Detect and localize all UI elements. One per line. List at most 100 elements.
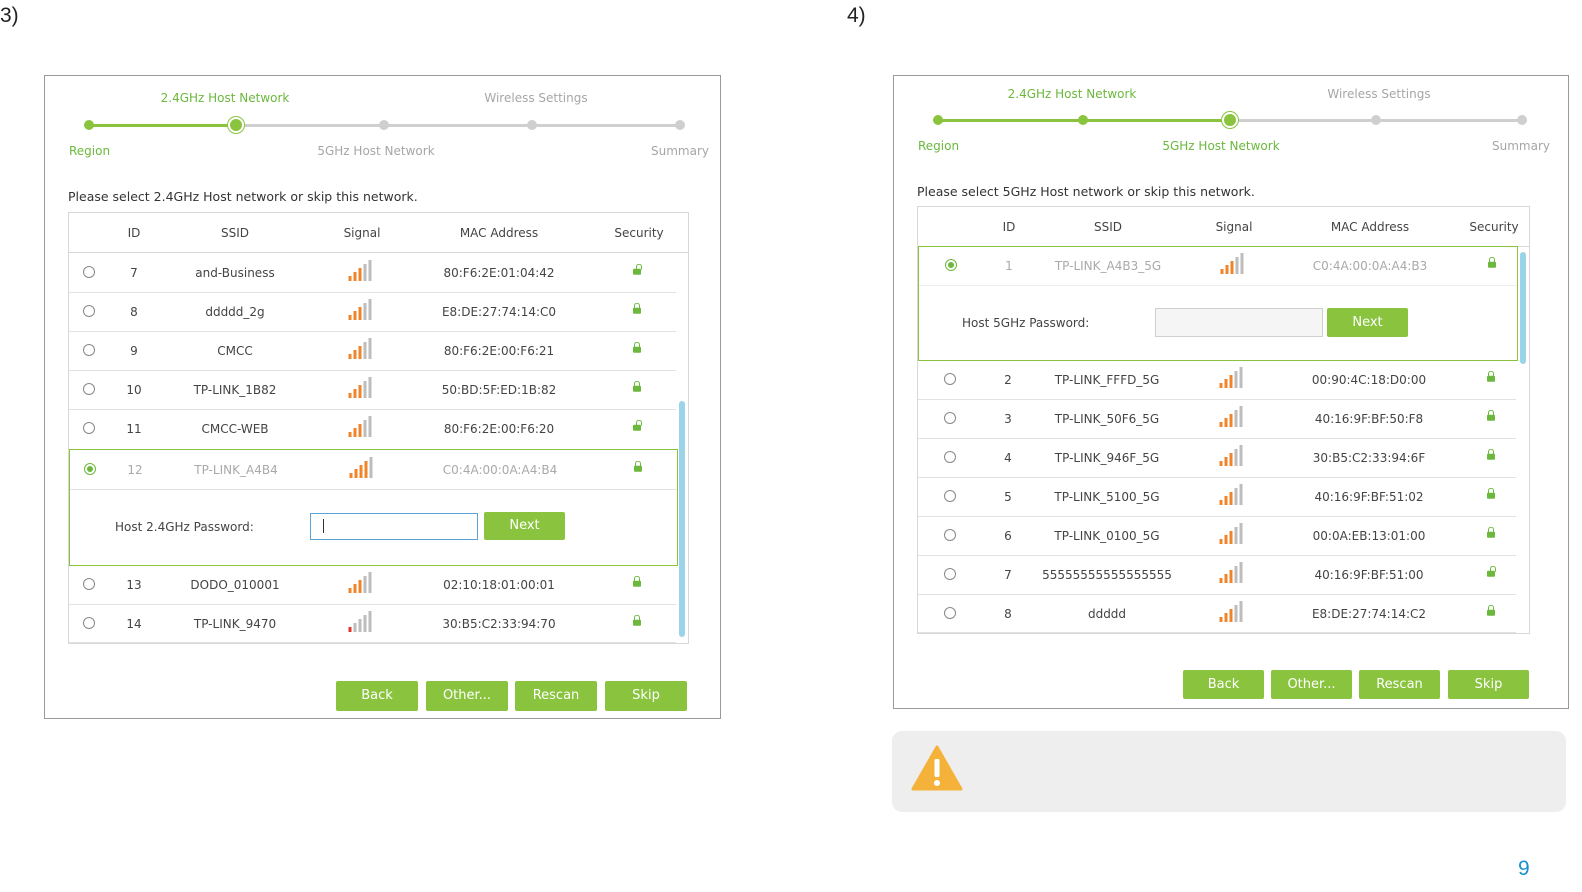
step-dot-wireless-settings [527,120,537,130]
table-row[interactable]: 6 TP-LINK_0100_5G 00:0A:EB:13:01:00 [918,516,1516,556]
network-ssid: ddddd_2g [205,305,265,319]
signal-icon [348,572,376,593]
rescan-button[interactable]: Rescan [515,681,597,711]
table-row[interactable]: 7 55555555555555555 40:16:9F:BF:51:00 [918,555,1516,595]
network-radio[interactable] [83,383,95,395]
network-id: 11 [126,422,142,436]
signal-icon [348,416,376,437]
password-label: Host 2.4GHz Password: [115,520,254,534]
table-scrollbar[interactable] [679,401,685,637]
network-mac: 02:10:18:01:00:01 [443,578,555,592]
network-radio[interactable] [944,490,956,502]
network-mac: E8:DE:27:74:14:C2 [1311,607,1427,621]
table-row[interactable]: 4 TP-LINK_946F_5G 30:B5:C2:33:94:6F [918,438,1516,478]
lock-icon [633,380,641,392]
network-id: 14 [126,617,142,631]
table-row[interactable]: 7 and-Business 80:F6:2E:01:04:42 [69,253,676,293]
password-input[interactable] [310,513,478,540]
lock-icon [633,614,641,626]
page-number: 9 [1518,857,1530,880]
rescan-button[interactable]: Rescan [1359,670,1440,699]
table-row[interactable]: 14 TP-LINK_9470 30:B5:C2:33:94:70 [69,604,676,643]
step-dot-5ghz-current [1224,114,1236,126]
table-row[interactable]: 8 ddddd_2g E8:DE:27:74:14:C0 [69,292,676,332]
left-panel: 2.4GHz Host Network Wireless Settings Re… [44,75,721,719]
network-radio[interactable] [944,373,956,385]
network-id: 1 [1005,259,1013,273]
table-row-selected[interactable]: 1 TP-LINK_A4B3_5G C0:4A:00:0A:A4:B3 [919,247,1517,286]
network-radio[interactable] [83,617,95,629]
network-ssid: DODO_010001 [190,578,280,592]
network-mac: 30:B5:C2:33:94:70 [442,617,556,631]
network-id: 10 [126,383,142,397]
network-radio-selected[interactable] [945,259,957,271]
signal-icon [348,260,376,281]
unlock-icon [633,263,642,275]
table-row[interactable]: 3 TP-LINK_50F6_5G 40:16:9F:BF:50:F8 [918,399,1516,439]
other-button[interactable]: Other... [426,681,508,711]
back-button[interactable]: Back [1183,670,1264,699]
network-radio[interactable] [83,266,95,278]
next-button[interactable]: Next [1327,308,1408,337]
signal-icon [348,338,376,359]
network-ssid: TP-LINK_FFFD_5G [1054,373,1160,387]
network-ssid: TP-LINK_5100_5G [1054,490,1160,504]
signal-icon [349,457,377,478]
network-id: 3 [1004,412,1012,426]
step-label-2-4ghz: 2.4GHz Host Network [160,91,290,105]
step-dot-summary [1517,115,1527,125]
table-row[interactable]: 5 TP-LINK_5100_5G 40:16:9F:BF:51:02 [918,477,1516,517]
step-dot-region [84,120,94,130]
network-radio[interactable] [83,422,95,434]
column-id: ID [1002,220,1016,234]
network-mac: 80:F6:2E:01:04:42 [443,266,555,280]
step-3-label: 3) [0,4,19,27]
network-id: 7 [130,266,138,280]
network-ssid: TP-LINK_A4B3_5G [1054,259,1162,273]
network-radio-selected[interactable] [84,463,96,475]
right-panel: 2.4GHz Host Network Wireless Settings Re… [893,75,1569,709]
network-prompt: Please select 2.4GHz Host network or ski… [68,189,418,204]
lock-icon [1488,256,1496,268]
signal-icon [348,377,376,398]
network-ssid: ddddd [1087,607,1127,621]
network-ssid: and-Business [195,266,275,280]
table-row[interactable]: 2 TP-LINK_FFFD_5G 00:90:4C:18:D0:00 [918,360,1516,400]
network-radio[interactable] [83,578,95,590]
next-button[interactable]: Next [484,512,565,540]
table-row[interactable]: 13 DODO_010001 02:10:18:01:00:01 [69,565,676,605]
network-radio[interactable] [944,451,956,463]
selected-network-panel: 12 TP-LINK_A4B4 C0:4A:00:0A:A4:B4 Host 2… [69,449,678,566]
network-radio[interactable] [83,344,95,356]
column-security: Security [1469,220,1519,234]
signal-icon [1219,445,1247,466]
network-ssid: CMCC [217,344,253,358]
network-mac: 40:16:9F:BF:50:F8 [1314,412,1424,426]
table-row-selected[interactable]: 12 TP-LINK_A4B4 C0:4A:00:0A:A4:B4 [70,450,677,490]
network-ssid: CMCC-WEB [201,422,269,436]
table-row[interactable]: 8 ddddd E8:DE:27:74:14:C2 [918,594,1516,633]
network-radio[interactable] [944,568,956,580]
table-row[interactable]: 10 TP-LINK_1B82 50:BD:5F:ED:1B:82 [69,370,676,410]
column-mac: MAC Address [459,226,539,240]
column-mac: MAC Address [1330,220,1410,234]
back-button[interactable]: Back [336,681,418,711]
network-mac: 40:16:9F:BF:51:02 [1314,490,1424,504]
network-table: ID SSID Signal MAC Address Security 7 an… [68,212,689,644]
network-radio[interactable] [83,305,95,317]
signal-icon [1220,253,1248,274]
table-scrollbar[interactable] [1520,252,1526,364]
network-radio[interactable] [944,529,956,541]
table-row[interactable]: 11 CMCC-WEB 80:F6:2E:00:F6:20 [69,409,676,450]
table-row[interactable]: 9 CMCC 80:F6:2E:00:F6:21 [69,331,676,371]
network-id: 6 [1004,529,1012,543]
step-label-5ghz: 5GHz Host Network [1162,139,1280,153]
skip-button[interactable]: Skip [1448,670,1529,699]
unlock-icon [1487,565,1496,577]
other-button[interactable]: Other... [1271,670,1352,699]
password-input[interactable] [1155,308,1323,337]
network-radio[interactable] [944,412,956,424]
skip-button[interactable]: Skip [605,681,687,711]
network-ssid: 55555555555555555 [1042,568,1172,582]
network-radio[interactable] [944,607,956,619]
